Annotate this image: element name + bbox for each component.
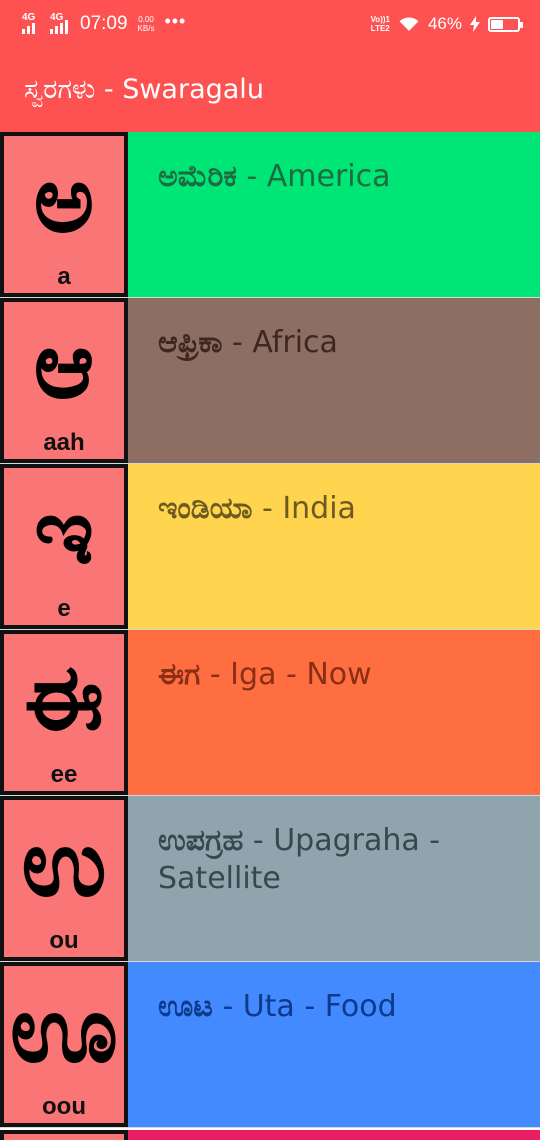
item-content: ಊಟ - Uta - Food [128,962,540,1127]
battery-icon [488,16,523,32]
english-word: - Iga - Now [200,657,372,692]
page-title: ಸ್ವರಗಳು - Swaragalu [24,74,264,105]
english-word: - Africa [222,325,338,360]
letter-thumbnail [0,1130,128,1140]
network-type-1: 4G [22,12,36,23]
wifi-icon [399,17,419,31]
clock: 07:09 [80,13,128,34]
letter-thumbnail: ಉ ou [0,796,128,961]
signal-icon: 4G [50,12,72,34]
letter-romanization: oou [42,1093,86,1120]
speed-unit: KB/s [137,24,155,33]
kannada-word: ಇಂಡಿಯಾ [158,491,253,526]
item-content: ಇಂಡಿಯಾ - India [128,464,540,629]
app-bar: ಸ್ವರಗಳು - Swaragalu [0,48,540,132]
letter-romanization: ee [50,761,78,788]
list-item[interactable]: ಉ ou ಉಪಗ್ರಹ - Upagraha - Satellite [0,796,540,962]
letter-thumbnail: ಈ ee [0,630,128,795]
battery-percent: 46% [427,14,462,33]
vowel-list: ಅ a ಅಮೆರಿಕ - America ಆ aah ಆಫ್ರಿಕಾ - Afr… [0,132,540,1128]
speed-value: 0.00 [138,15,154,24]
kannada-word: ಉಪಗ್ರಹ [158,823,244,858]
kannada-letter: ಆ [33,312,95,419]
kannada-word: ಊಟ [158,989,213,1024]
list-item[interactable]: ಆ aah ಆಫ್ರಿಕಾ - Africa [0,298,540,464]
letter-romanization: aah [43,429,85,456]
english-word: - India [252,491,356,526]
letter-thumbnail: ಊ oou [0,962,128,1127]
volte-icon: Vo))1 LTE2 [371,15,390,33]
letter-romanization: e [57,595,71,622]
letter-thumbnail: ಇ e [0,464,128,629]
kannada-word: ಈಗ [158,657,201,692]
more-notifications-icon: ••• [164,10,187,31]
kannada-letter: ಅ [33,146,95,253]
kannada-word: ಅಮೆರಿಕ [158,159,237,194]
kannada-letter: ಊ [9,976,118,1083]
volte-bottom: LTE2 [370,24,390,33]
list-item[interactable]: ಈ ee ಈಗ - Iga - Now [0,630,540,796]
kannada-letter: ಇ [34,478,94,585]
kannada-word: ಆಫ್ರಿಕಾ [158,325,223,360]
item-content: ಅಮೆರಿಕ - America [128,132,540,297]
letter-romanization: a [57,263,71,290]
english-word: - America [236,159,391,194]
list-item[interactable]: ಊ oou ಊಟ - Uta - Food [0,962,540,1128]
status-left: 4G 4G 07:09 0.00 KB/s ••• [22,10,187,35]
status-bar: 4G 4G 07:09 0.00 KB/s ••• Vo))1 LTE2 46% [0,0,540,48]
item-content [128,1130,540,1140]
list-item[interactable]: ಅ a ಅಮೆರಿಕ - America [0,132,540,298]
kannada-letter: ಈ [24,644,104,751]
status-right: Vo))1 LTE2 46% [371,14,523,34]
list-item[interactable]: ಇ e ಇಂಡಿಯಾ - India [0,464,540,630]
item-content: ಆಫ್ರಿಕಾ - Africa [128,298,540,463]
signal-icon: 4G [22,12,44,34]
charging-icon [470,16,480,32]
volte-top: Vo))1 [370,15,390,24]
letter-thumbnail: ಅ a [0,132,128,297]
network-speed: 0.00 KB/s [138,15,155,33]
kannada-letter: ಉ [21,810,107,917]
list-item-partial[interactable] [0,1130,540,1140]
english-word: - Uta - Food [212,989,397,1024]
item-content: ಉಪಗ್ರಹ - Upagraha - Satellite [128,796,540,961]
letter-romanization: ou [49,927,79,954]
item-content: ಈಗ - Iga - Now [128,630,540,795]
letter-thumbnail: ಆ aah [0,298,128,463]
